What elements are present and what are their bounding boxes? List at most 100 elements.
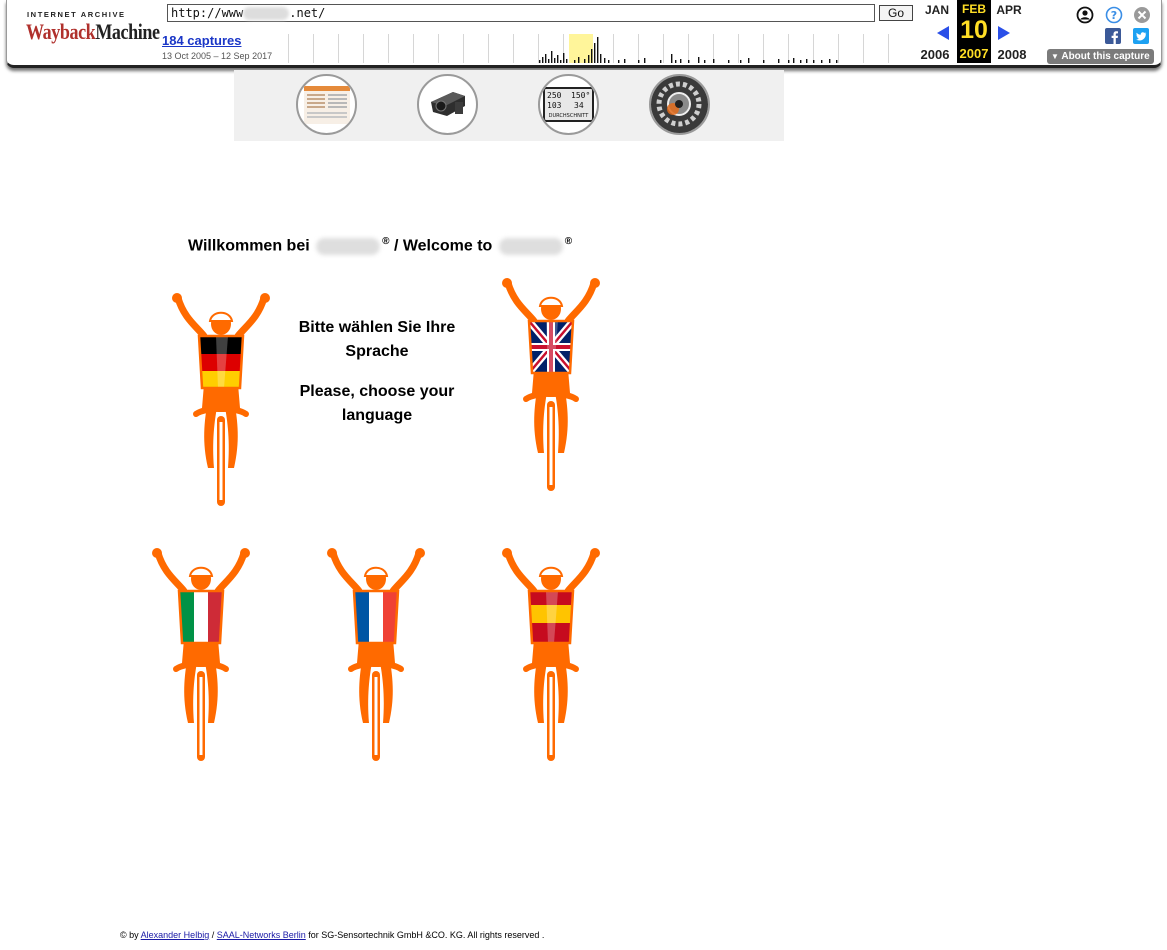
sparkline-bar [539, 60, 541, 63]
logo-wayback-text: Wayback [26, 19, 96, 44]
facebook-share-icon[interactable] [1105, 28, 1121, 44]
readout-label: DURCHSCHNITT [549, 113, 590, 119]
rider-left-arm [174, 294, 208, 340]
rider-jersey [179, 591, 223, 643]
prev-month-label[interactable]: JAN [919, 3, 955, 17]
uk-flag-rider[interactable] [496, 277, 606, 492]
sparkline-bar [644, 58, 646, 63]
rider-right-arm [564, 549, 598, 595]
user-account-icon[interactable] [1076, 6, 1094, 24]
rider-right-fist [415, 548, 425, 558]
internet-archive-label: INTERNET ARCHIVE [27, 10, 126, 19]
sparkline-bar [584, 59, 586, 63]
spanish-flag-rider[interactable] [496, 547, 606, 762]
gear-thumbnail[interactable] [649, 74, 710, 135]
gear-icon [651, 76, 708, 133]
sparkline-bar [793, 58, 795, 63]
logo-machine-text: Machine [95, 19, 160, 44]
about-this-capture-button[interactable]: ▼ About this capture [1047, 49, 1154, 64]
url-prefix: http://www [171, 6, 244, 20]
current-day-label: 10 [960, 16, 988, 44]
sparkline-bar [563, 53, 565, 63]
prev-year-label[interactable]: 2006 [917, 47, 953, 62]
rider-left-fist [172, 293, 182, 303]
captures-sparkline[interactable] [288, 30, 912, 63]
redacted-brand-name [316, 237, 381, 255]
sparkline-bar [588, 55, 590, 63]
caret-down-icon: ▼ [1051, 52, 1059, 61]
sparkline-bar [836, 60, 838, 63]
footer-copyright: © by Alexander Helbig / SAAL-Networks Be… [120, 930, 544, 940]
close-icon[interactable] [1133, 6, 1151, 24]
twitter-share-icon[interactable] [1133, 28, 1149, 44]
italian-flag-rider[interactable] [146, 547, 256, 762]
author-link[interactable]: Alexander Helbig [141, 930, 210, 940]
registered-mark: ® [564, 236, 573, 247]
next-capture-arrow-icon[interactable] [998, 26, 1010, 40]
document-icon [304, 86, 350, 124]
rider-helmet [538, 296, 564, 307]
go-button[interactable]: Go [879, 5, 913, 21]
sparkline-bar [551, 51, 553, 63]
bike-mount-thumbnail[interactable] [417, 74, 478, 135]
display-readout-icon: 250 150° 103 34 DURCHSCHNITT [543, 87, 594, 122]
rider-jersey [529, 591, 573, 643]
choose-language-en: Please, choose your language [299, 383, 455, 424]
svg-text:?: ? [1111, 9, 1117, 22]
sparkline-bar [763, 60, 765, 63]
rider-jersey [199, 336, 243, 388]
sparkline-bar [748, 58, 750, 63]
copyright-prefix: © by [120, 930, 139, 940]
sparkline-bar [698, 57, 700, 63]
current-capture-date: FEB 10 2007 [957, 0, 991, 63]
rider-wheel-highlight [549, 407, 553, 485]
sparkline-bar [713, 59, 715, 63]
sparkline-bar [728, 60, 730, 63]
rider-jersey [529, 321, 573, 373]
captures-link[interactable]: 184 captures [162, 33, 242, 48]
sparkline-bar [671, 54, 673, 63]
sparkline-bar [566, 59, 568, 63]
rider-left-arm [504, 549, 538, 595]
current-month-label: FEB [962, 2, 986, 16]
document-thumbnail[interactable] [296, 74, 357, 135]
product-nav-strip: 250 150° 103 34 DURCHSCHNITT [234, 70, 784, 141]
rider-helmet [363, 566, 389, 577]
sparkline-bar [618, 60, 620, 63]
prev-capture-arrow-icon[interactable] [937, 26, 949, 40]
choose-language-de: Bitte wählen Sie Ihre Sprache [298, 319, 456, 360]
next-month-label[interactable]: APR [991, 3, 1027, 17]
registered-mark: ® [382, 236, 390, 247]
display-readout-thumbnail[interactable]: 250 150° 103 34 DURCHSCHNITT [538, 74, 599, 135]
sparkline-bar [778, 59, 780, 63]
sparkline-bar [574, 60, 576, 63]
german-flag-rider[interactable] [166, 292, 276, 507]
rider-left-fist [327, 548, 337, 558]
sparkline-bar [675, 60, 677, 63]
next-year-label[interactable]: 2008 [994, 47, 1030, 62]
sparkline-bar [560, 60, 562, 63]
sparkline-bar [806, 59, 808, 63]
choose-language-prompt: Bitte wählen Sie Ihre Sprache Please, ch… [290, 316, 464, 444]
sparkline-bar [604, 58, 606, 63]
sparkline-bar [624, 59, 626, 63]
rider-left-arm [154, 549, 188, 595]
captures-date-range: 13 Oct 2005 – 12 Sep 2017 [162, 51, 273, 61]
rider-left-fist [152, 548, 162, 558]
welcome-en-text: / Welcome to [393, 237, 493, 255]
sparkline-bar [688, 60, 690, 63]
sparkline-bar [554, 58, 556, 63]
about-capture-label: About this capture [1061, 51, 1150, 62]
rider-helmet [188, 566, 214, 577]
agency-link[interactable]: SAAL-Networks Berlin [217, 930, 306, 940]
french-flag-rider[interactable] [321, 547, 431, 762]
sparkline-bar [704, 60, 706, 63]
url-input[interactable]: http://www .net/ [167, 4, 875, 22]
sparkline-bar [660, 60, 662, 63]
readout-v1: 250 [547, 91, 562, 100]
help-icon[interactable]: ? [1105, 6, 1123, 24]
wayback-machine-logo[interactable]: WaybackMachine [26, 19, 160, 45]
welcome-de-text: Willkommen bei [188, 237, 310, 255]
rider-left-fist [502, 278, 512, 288]
sparkline-bar [542, 57, 544, 63]
